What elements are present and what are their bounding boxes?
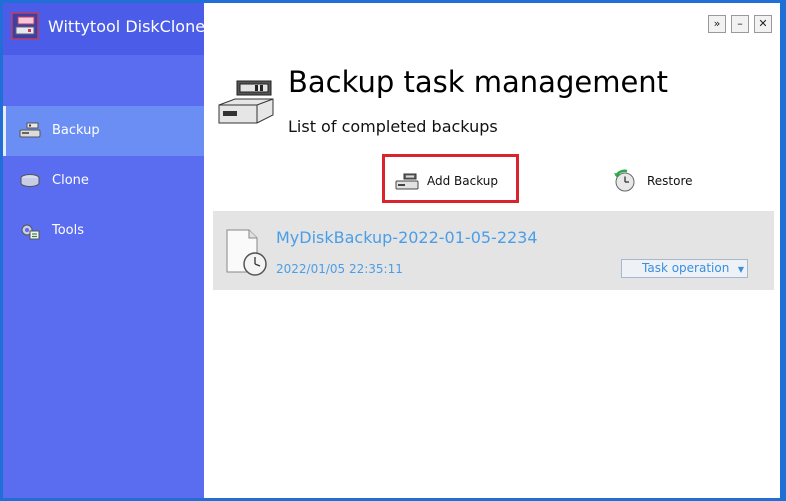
add-backup-label: Add Backup bbox=[427, 174, 499, 188]
clone-disks-icon bbox=[20, 174, 40, 187]
backup-date: 2022/01/05 22:35:11 bbox=[276, 262, 403, 276]
restore-clock-icon bbox=[614, 169, 635, 192]
expand-button[interactable]: » bbox=[708, 15, 726, 33]
page-subtitle: List of completed backups bbox=[288, 117, 498, 136]
tools-gear-icon bbox=[21, 224, 40, 240]
minimize-button[interactable]: – bbox=[731, 15, 749, 33]
add-backup-button[interactable]: Add Backup bbox=[382, 154, 519, 203]
sidebar-item-backup[interactable]: Backup bbox=[3, 106, 204, 156]
backup-file-clock-icon bbox=[226, 229, 267, 276]
close-button[interactable]: ✕ bbox=[754, 15, 772, 33]
sidebar-item-label: Tools bbox=[52, 223, 85, 238]
backup-list-item[interactable]: MyDiskBackup-2022-01-05-2234 2022/01/05 … bbox=[213, 211, 774, 290]
sidebar-item-label: Backup bbox=[52, 123, 100, 138]
chevron-down-icon: ▼ bbox=[737, 265, 744, 274]
app-window: Wittytool DiskClone Backup Clone Tools »… bbox=[3, 3, 780, 498]
sidebar-item-clone[interactable]: Clone bbox=[3, 156, 204, 206]
sidebar-item-tools[interactable]: Tools bbox=[3, 206, 204, 256]
backup-drive-icon bbox=[19, 122, 41, 138]
sidebar-item-label: Clone bbox=[52, 173, 89, 188]
backup-name[interactable]: MyDiskBackup-2022-01-05-2234 bbox=[276, 228, 538, 247]
sidebar: Wittytool DiskClone Backup Clone Tools bbox=[3, 3, 206, 498]
hard-drive-icon bbox=[218, 80, 274, 124]
page-title: Backup task management bbox=[288, 65, 669, 99]
title-bar: Wittytool DiskClone bbox=[3, 3, 206, 55]
backup-drive-icon bbox=[395, 173, 419, 190]
app-logo-icon bbox=[11, 12, 39, 40]
app-title: Wittytool DiskClone bbox=[48, 17, 206, 36]
task-operation-dropdown[interactable]: Task operation ▼ bbox=[621, 259, 748, 278]
sidebar-nav: Backup Clone Tools bbox=[3, 106, 204, 256]
restore-button[interactable]: Restore bbox=[613, 169, 703, 193]
task-operation-label: Task operation bbox=[642, 261, 730, 275]
restore-label: Restore bbox=[647, 174, 693, 188]
